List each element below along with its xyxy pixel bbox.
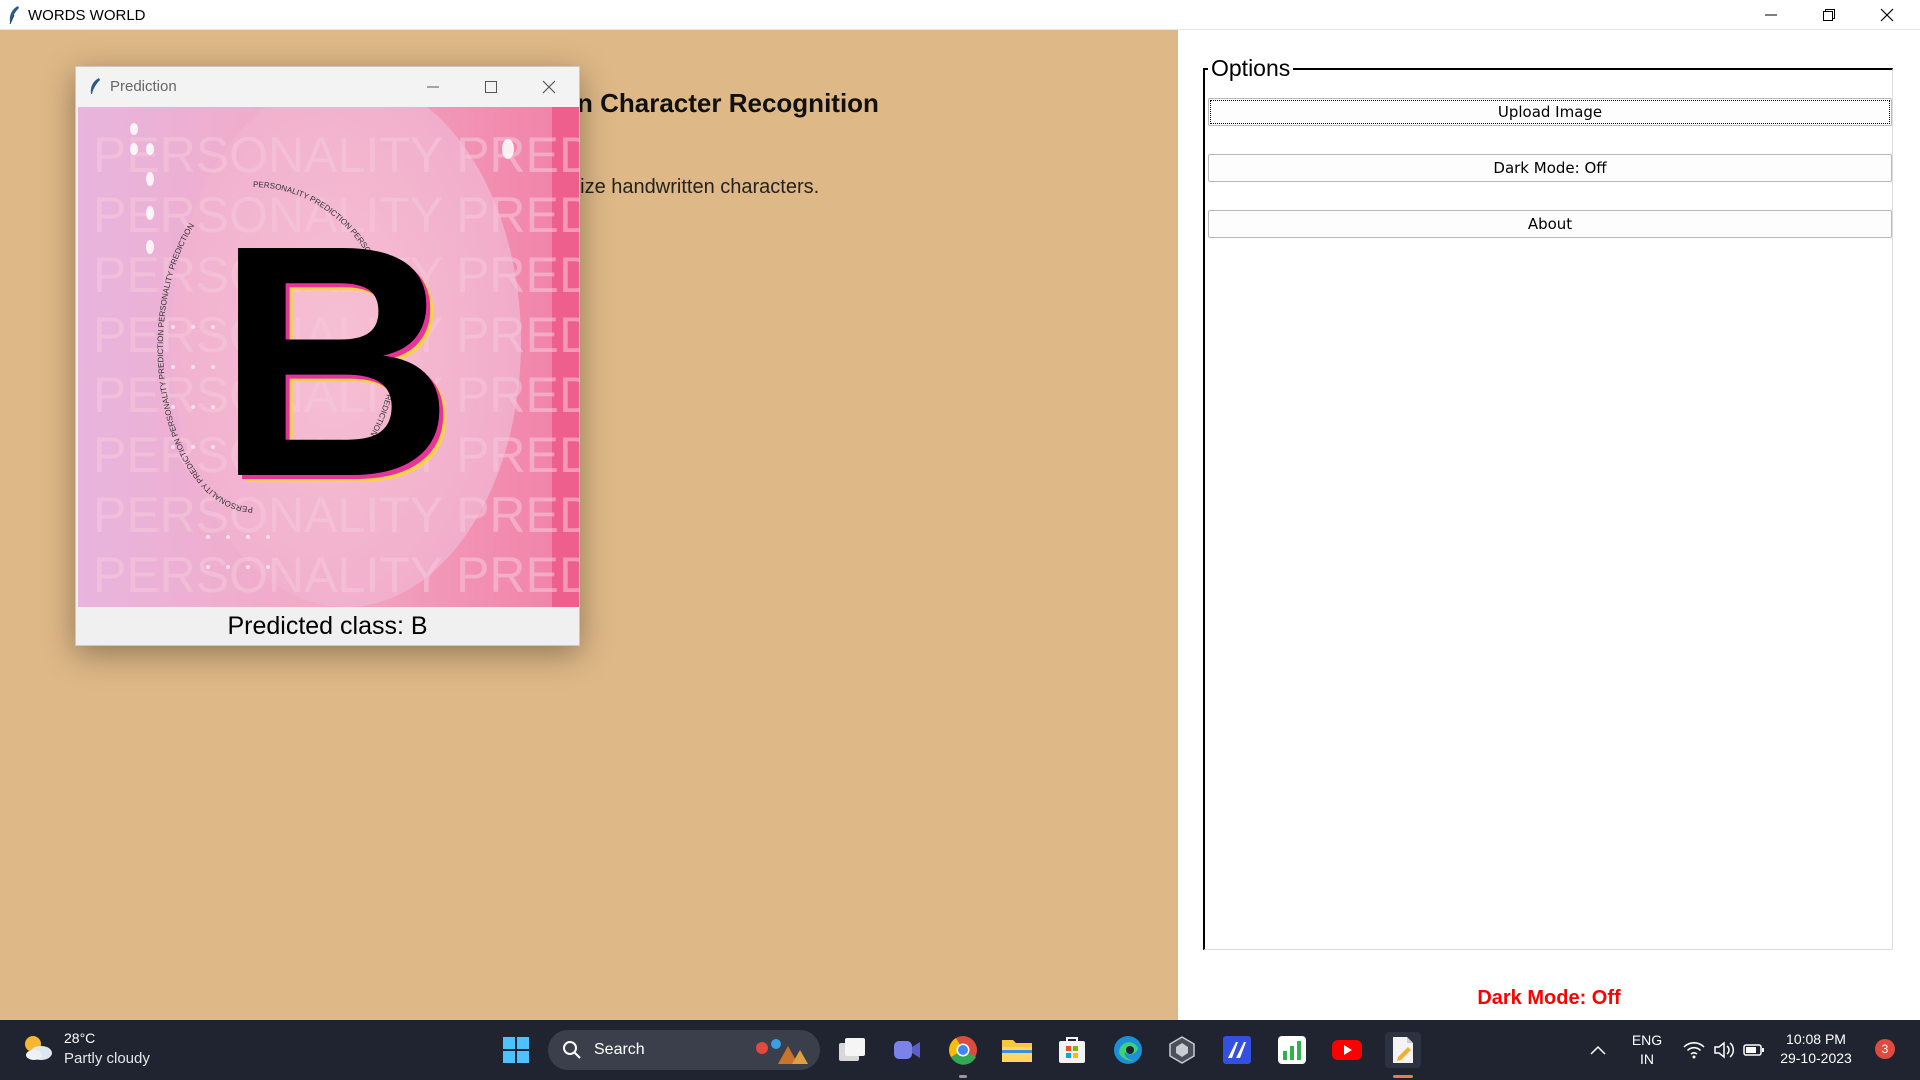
- task-view-icon: [839, 1038, 865, 1061]
- prediction-title: Prediction: [110, 78, 177, 95]
- active-app-indicator: [1393, 1075, 1413, 1078]
- meet-app-button[interactable]: [889, 1032, 925, 1068]
- window-titlebar[interactable]: WORDS WORLD: [0, 0, 1920, 30]
- options-panel: Options Upload Image Dark Mode: Off Abou…: [1178, 30, 1920, 1020]
- clock-time: 10:08 PM: [1786, 1031, 1846, 1047]
- volume-icon: [1714, 1041, 1735, 1059]
- maximize-icon: [485, 81, 497, 93]
- microsoft-store-button[interactable]: [1054, 1032, 1090, 1068]
- prediction-window[interactable]: Prediction PERSONALITY PRED PERSONALITY …: [75, 66, 580, 646]
- close-icon: [542, 80, 556, 94]
- prediction-titlebar[interactable]: Prediction: [76, 67, 579, 107]
- search-label: Search: [594, 1041, 645, 1058]
- feather-icon: [90, 78, 100, 94]
- close-button[interactable]: [1858, 0, 1916, 30]
- uploaded-image: PERSONALITY PREDICTION PERSONALITY PREDI…: [78, 107, 579, 607]
- partly-cloudy-icon: [25, 1036, 52, 1060]
- language-code: ENG: [1631, 1032, 1663, 1048]
- options-legend: Options: [1208, 55, 1294, 82]
- taskbar: 28°C Partly cloudy Search ENG IN 10:08 P…: [0, 1020, 1920, 1080]
- meet-icon: [894, 1041, 920, 1059]
- show-hidden-icons-button[interactable]: [1580, 1032, 1616, 1068]
- restore-button[interactable]: [1800, 0, 1858, 30]
- file-explorer-button[interactable]: [999, 1032, 1035, 1068]
- dark-mode-button[interactable]: Dark Mode: Off: [1208, 154, 1892, 182]
- start-icon: [503, 1037, 529, 1063]
- minimize-icon: [1765, 14, 1777, 16]
- weather-condition: Partly cloudy: [64, 1050, 150, 1067]
- task-view-button[interactable]: [835, 1032, 871, 1068]
- about-button[interactable]: About: [1208, 210, 1892, 238]
- prediction-maximize-button[interactable]: [462, 67, 520, 107]
- store-icon: [1059, 1037, 1085, 1063]
- youtube-icon: [1332, 1040, 1362, 1060]
- predicted-class-label: Predicted class: B: [227, 612, 428, 640]
- prediction-minimize-button[interactable]: [404, 67, 462, 107]
- start-button[interactable]: [498, 1032, 534, 1068]
- chart-app-icon: [1278, 1036, 1306, 1064]
- chart-app-button[interactable]: [1274, 1032, 1310, 1068]
- taskbar-search[interactable]: Search: [548, 1030, 820, 1070]
- wifi-icon: [1683, 1042, 1705, 1059]
- youtube-button[interactable]: [1329, 1032, 1365, 1068]
- ai-app-icon: [1223, 1036, 1251, 1064]
- restore-icon: [1823, 9, 1835, 21]
- window-title: WORDS WORLD: [28, 7, 146, 24]
- minimize-button[interactable]: [1742, 0, 1800, 30]
- weather-temp: 28°C: [64, 1030, 96, 1046]
- close-icon: [1880, 8, 1894, 22]
- options-frame: [1203, 68, 1893, 950]
- notification-badge[interactable]: 3: [1875, 1039, 1895, 1059]
- edge-button[interactable]: [1110, 1032, 1146, 1068]
- chrome-button[interactable]: [945, 1032, 981, 1068]
- letter-image-graphic: PERSONALITY PREDICTION PERSONALITY PREDI…: [78, 107, 579, 607]
- region-code: IN: [1640, 1051, 1654, 1067]
- app-icon: [1169, 1036, 1195, 1064]
- file-explorer-icon: [1002, 1040, 1032, 1062]
- app-button[interactable]: [1164, 1032, 1200, 1068]
- chrome-icon: [949, 1036, 977, 1065]
- feather-icon: [9, 6, 19, 25]
- open-app-indicator: [959, 1075, 967, 1078]
- editor-app-button[interactable]: [1385, 1032, 1421, 1068]
- language-indicator[interactable]: ENG IN: [1628, 1032, 1666, 1067]
- ai-app-button[interactable]: [1219, 1032, 1255, 1068]
- edge-icon: [1114, 1036, 1142, 1064]
- battery-icon: [1743, 1044, 1764, 1056]
- chevron-up-icon: [1590, 1045, 1606, 1055]
- prediction-close-button[interactable]: [520, 67, 578, 107]
- clock-date: 29-10-2023: [1780, 1050, 1852, 1066]
- image-letter: B: [216, 176, 454, 545]
- clock[interactable]: 10:08 PM 29-10-2023: [1770, 1031, 1862, 1066]
- svg-text:PERSONALITY PREDICTION: PERSONALITY PREDICTION: [93, 547, 579, 603]
- upload-image-button[interactable]: Upload Image: [1208, 98, 1892, 126]
- editor-app-icon: [1393, 1037, 1413, 1063]
- minimize-icon: [427, 86, 439, 88]
- search-icon: [563, 1041, 581, 1059]
- system-tray-status[interactable]: [1674, 1032, 1774, 1068]
- dark-mode-status: Dark Mode: Off: [1477, 987, 1621, 1009]
- search-highlight-icon: [756, 1039, 808, 1064]
